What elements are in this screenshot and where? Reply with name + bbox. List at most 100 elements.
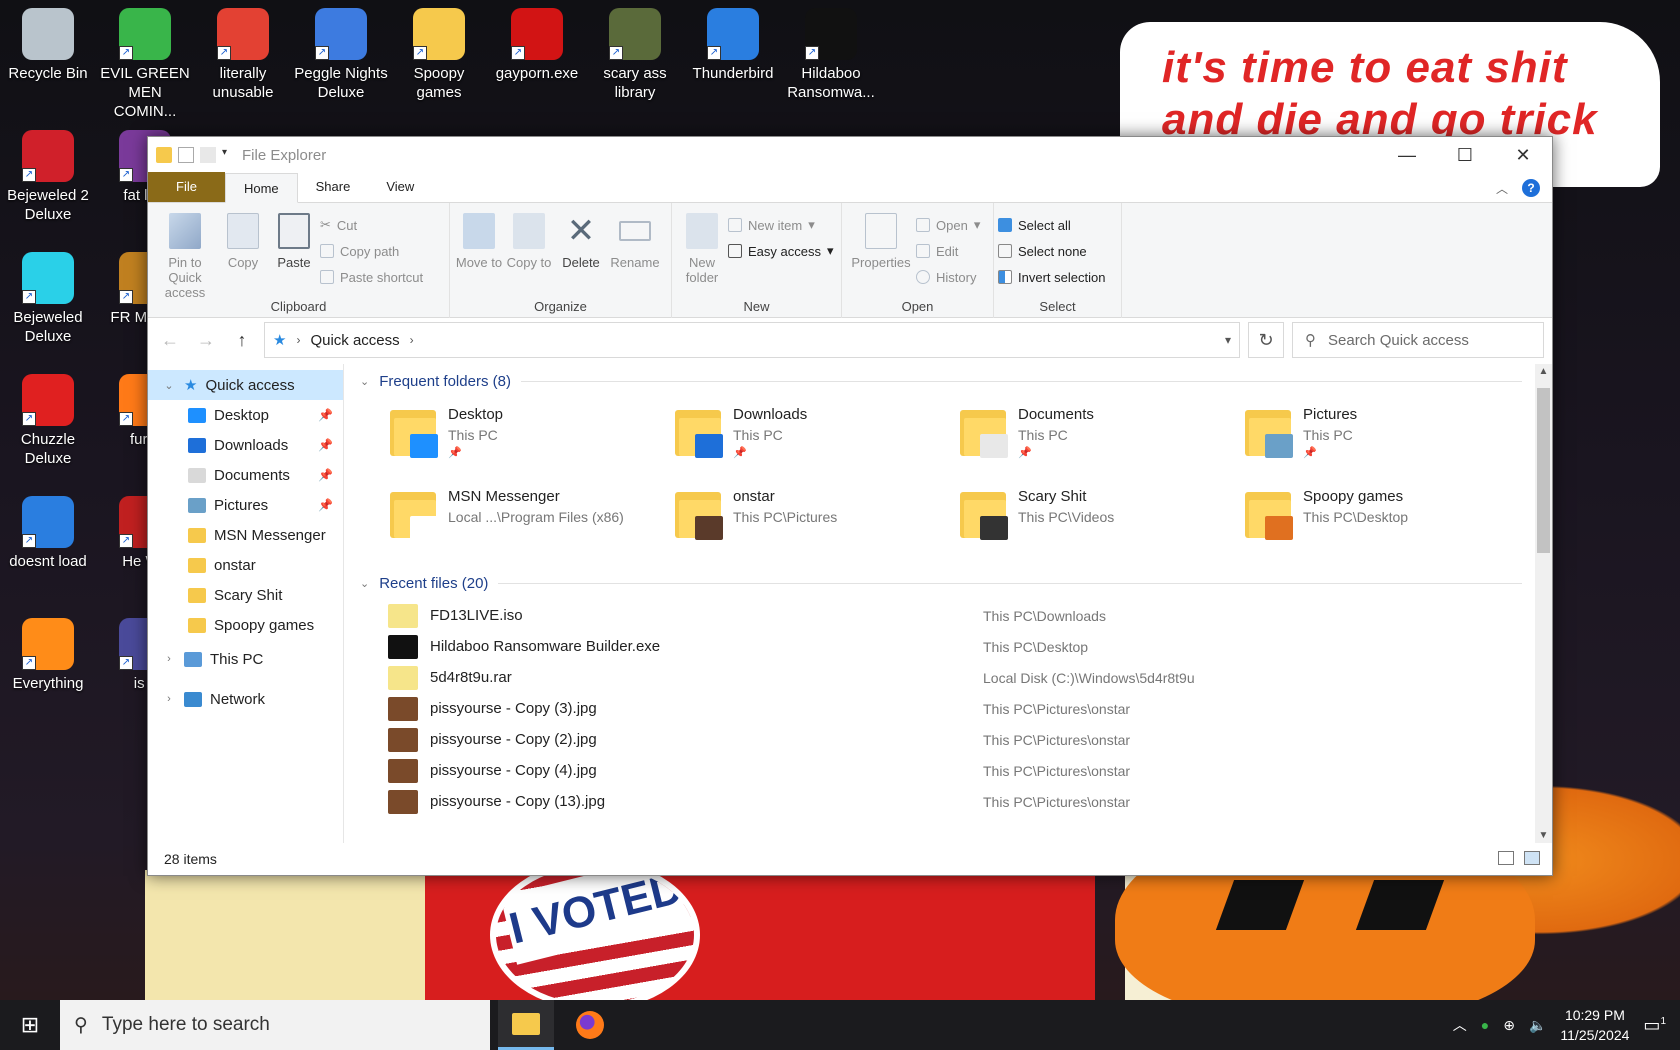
- select-none-button[interactable]: Select none: [998, 241, 1105, 261]
- folder-icon[interactable]: [156, 147, 172, 163]
- desktop-icon-item[interactable]: ↗ Spoopy games: [391, 8, 487, 102]
- nav-item-scary-shit[interactable]: Scary Shit: [148, 580, 343, 610]
- scroll-down-arrow[interactable]: ▼: [1535, 830, 1552, 841]
- maximize-button[interactable]: ☐: [1436, 137, 1494, 173]
- nav-item-spoopy-games[interactable]: Spoopy games: [148, 610, 343, 640]
- chevron-right-icon[interactable]: ›: [410, 333, 414, 347]
- nav-item-onstar[interactable]: onstar: [148, 550, 343, 580]
- desktop-icon-item[interactable]: ↗ Hildaboo Ransomwa...: [783, 8, 879, 102]
- properties-check-icon[interactable]: [178, 147, 194, 163]
- desktop-icon-item[interactable]: ↗ Bejeweled Deluxe: [0, 252, 96, 346]
- recent-file-row[interactable]: pissyourse - Copy (2).jpg This PC\Picture…: [388, 724, 1552, 755]
- pin-icon[interactable]: 📌: [318, 408, 333, 422]
- taskbar-firefox[interactable]: [562, 1000, 618, 1050]
- frequent-folder-tile[interactable]: Documents This PC 📌: [960, 398, 1245, 480]
- frequent-folders-header[interactable]: ⌄ Frequent folders (8): [360, 364, 1552, 398]
- tab-view[interactable]: View: [368, 172, 432, 202]
- chevron-down-icon[interactable]: ⌄: [360, 577, 369, 590]
- desktop-icon-item[interactable]: Recycle Bin: [0, 8, 96, 83]
- nav-item-documents[interactable]: Documents 📌: [148, 460, 343, 490]
- chevron-right-icon[interactable]: ›: [162, 653, 176, 665]
- recent-file-row[interactable]: pissyourse - Copy (13).jpg This PC\Pictur…: [388, 786, 1552, 817]
- recent-file-row[interactable]: pissyourse - Copy (4).jpg This PC\Picture…: [388, 755, 1552, 786]
- cut-button[interactable]: ✂ Cut: [320, 215, 423, 235]
- nav-item-this-pc[interactable]: › This PC: [148, 644, 343, 674]
- tab-file[interactable]: File: [148, 172, 225, 202]
- scroll-thumb[interactable]: [1537, 388, 1550, 553]
- recent-file-row[interactable]: pissyourse - Copy (3).jpg This PC\Picture…: [388, 693, 1552, 724]
- invert-selection-button[interactable]: Invert selection: [998, 267, 1105, 287]
- desktop-icon-item[interactable]: ↗ scary ass library: [587, 8, 683, 102]
- details-view-icon[interactable]: [1498, 851, 1514, 865]
- frequent-folder-tile[interactable]: MSN Messenger Local ...\Program Files (x8…: [390, 480, 675, 562]
- frequent-folder-tile[interactable]: Scary Shit This PC\Videos: [960, 480, 1245, 562]
- large-icons-view-icon[interactable]: [1524, 851, 1540, 865]
- edit-button[interactable]: Edit: [916, 241, 980, 261]
- nav-item-desktop[interactable]: Desktop 📌: [148, 400, 343, 430]
- chevron-down-icon[interactable]: ▾: [222, 147, 232, 163]
- desktop-icon-item[interactable]: ↗ gayporn.exe: [489, 8, 585, 83]
- select-all-button[interactable]: Select all: [998, 215, 1105, 235]
- volume-icon[interactable]: 🔈: [1529, 1017, 1546, 1034]
- easy-access-button[interactable]: Easy access ▾: [728, 241, 834, 261]
- frequent-folder-tile[interactable]: Downloads This PC 📌: [675, 398, 960, 480]
- scroll-up-arrow[interactable]: ▲: [1535, 366, 1552, 377]
- up-button[interactable]: ↑: [228, 330, 256, 351]
- frequent-folder-tile[interactable]: Desktop This PC 📌: [390, 398, 675, 480]
- minimize-button[interactable]: —: [1378, 137, 1436, 173]
- nav-item-quick-access[interactable]: ⌄ ★ Quick access: [148, 370, 343, 400]
- refresh-button[interactable]: ↻: [1248, 322, 1284, 358]
- pin-icon[interactable]: 📌: [318, 438, 333, 452]
- navigation-pane[interactable]: ⌄ ★ Quick access Desktop 📌 Downloads 📌 Docum…: [148, 364, 344, 843]
- chevron-down-icon[interactable]: ⌄: [162, 379, 176, 392]
- desktop-icon-item[interactable]: ↗ Peggle Nights Deluxe: [293, 8, 389, 102]
- clock[interactable]: 10:29 PM 11/25/2024: [1560, 1005, 1629, 1045]
- frequent-folder-tile[interactable]: onstar This PC\Pictures: [675, 480, 960, 562]
- frequent-folder-tile[interactable]: Spoopy games This PC\Desktop: [1245, 480, 1530, 562]
- taskbar-search-placeholder[interactable]: Type here to search: [102, 1014, 270, 1036]
- close-button[interactable]: ✕: [1494, 137, 1552, 173]
- tray-overflow-chevron-icon[interactable]: ︿: [1453, 1015, 1467, 1035]
- nav-item-msn-messenger[interactable]: MSN Messenger: [148, 520, 343, 550]
- forward-button[interactable]: →: [192, 330, 220, 351]
- start-button[interactable]: ⊞: [0, 1000, 60, 1050]
- tab-home[interactable]: Home: [224, 173, 298, 203]
- vertical-scrollbar[interactable]: ▲ ▼: [1535, 364, 1552, 843]
- taskbar-file-explorer[interactable]: [498, 1000, 554, 1050]
- nav-item-network[interactable]: › Network: [148, 684, 343, 714]
- nav-item-pictures[interactable]: Pictures 📌: [148, 490, 343, 520]
- desktop-icon-item[interactable]: ↗ Everything: [0, 618, 96, 693]
- desktop-icon-item[interactable]: ↗ doesnt load: [0, 496, 96, 571]
- desktop-icon-item[interactable]: ↗ literally unusable: [195, 8, 291, 102]
- history-button[interactable]: History: [916, 267, 980, 287]
- new-folder-icon[interactable]: [200, 147, 216, 163]
- chevron-down-icon[interactable]: ⌄: [360, 375, 369, 388]
- network-globe-icon[interactable]: ⊕: [1503, 1017, 1515, 1034]
- pin-icon[interactable]: 📌: [318, 468, 333, 482]
- address-location[interactable]: Quick access: [310, 332, 399, 349]
- desktop-icon-item[interactable]: ↗ EVIL GREEN MEN COMIN...: [97, 8, 193, 121]
- recent-file-row[interactable]: Hildaboo Ransomware Builder.exe This PC\D…: [388, 631, 1552, 662]
- chevron-right-icon[interactable]: ›: [296, 333, 300, 347]
- pin-icon[interactable]: 📌: [318, 498, 333, 512]
- notification-center-icon[interactable]: ▭1: [1643, 1015, 1666, 1036]
- copy-path-button[interactable]: Copy path: [320, 241, 423, 261]
- collapse-ribbon-icon[interactable]: ︿: [1496, 180, 1508, 197]
- desktop-icon-item[interactable]: ↗ Bejeweled 2 Deluxe: [0, 130, 96, 224]
- paste-shortcut-button[interactable]: Paste shortcut: [320, 267, 423, 287]
- address-bar[interactable]: ★ › Quick access › ▾: [264, 322, 1240, 358]
- search-box[interactable]: ⚲ Search Quick access: [1292, 322, 1544, 358]
- chevron-right-icon[interactable]: ›: [162, 693, 176, 705]
- nav-item-downloads[interactable]: Downloads 📌: [148, 430, 343, 460]
- frequent-folder-tile[interactable]: Pictures This PC 📌: [1245, 398, 1530, 480]
- desktop-icon-item[interactable]: ↗ Chuzzle Deluxe: [0, 374, 96, 468]
- tab-share[interactable]: Share: [298, 172, 369, 202]
- recent-file-row[interactable]: FD13LIVE.iso This PC\Downloads: [388, 600, 1552, 631]
- taskbar-search[interactable]: ⚲ Type here to search: [60, 1000, 490, 1050]
- tray-app-icon[interactable]: ●: [1481, 1017, 1489, 1033]
- new-item-button[interactable]: New item ▾: [728, 215, 834, 235]
- search-placeholder[interactable]: Search Quick access: [1328, 332, 1469, 349]
- file-explorer-window[interactable]: ▾ File Explorer — ☐ ✕ File Home Share Vi…: [147, 136, 1553, 876]
- title-bar[interactable]: ▾ File Explorer — ☐ ✕: [148, 137, 1552, 173]
- address-history-dropdown[interactable]: ▾: [1225, 333, 1231, 347]
